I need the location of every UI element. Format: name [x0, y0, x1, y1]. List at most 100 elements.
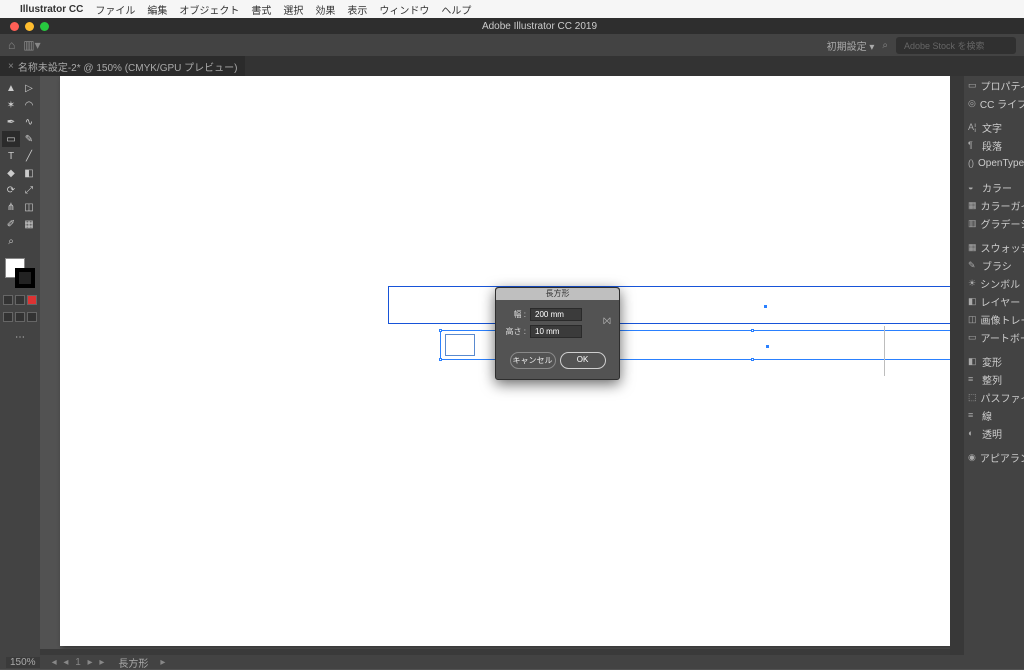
- toolbox-more[interactable]: ⋯: [11, 329, 29, 345]
- rectangle-tool[interactable]: ▭: [2, 131, 20, 147]
- menu-object[interactable]: オブジェクト: [179, 2, 239, 17]
- menu-help[interactable]: ヘルプ: [441, 2, 471, 17]
- menu-window[interactable]: ウィンドウ: [379, 2, 429, 17]
- scale-tool[interactable]: ⤢: [20, 182, 38, 198]
- panel-label: 線: [982, 408, 992, 423]
- curvature-tool[interactable]: ∿: [20, 114, 38, 130]
- cancel-button[interactable]: キャンセル: [510, 352, 556, 369]
- status-bar: 150% ◂ ◂ 1 ▸ ▸ 長方形 ▸: [0, 655, 1024, 669]
- magic-wand-tool[interactable]: ✶: [2, 97, 20, 113]
- window-minimize-button[interactable]: [25, 22, 34, 31]
- rotate-tool[interactable]: ⟳: [2, 182, 20, 198]
- blank-tool: [20, 233, 38, 249]
- paintbrush-tool[interactable]: ✎: [20, 131, 38, 147]
- drawing-rectangle-start: [445, 334, 475, 356]
- panel-画像トレース[interactable]: ◫画像トレース: [964, 310, 1024, 328]
- pen-tool[interactable]: ✒: [2, 114, 20, 130]
- panel-シンボル[interactable]: ☀シンボル: [964, 274, 1024, 292]
- panel-label: プロパティ: [981, 78, 1024, 93]
- panel-label: アピアランス: [980, 450, 1024, 465]
- color-mode-2[interactable]: [15, 295, 25, 305]
- artboard-nav[interactable]: ◂ ◂ 1 ▸ ▸: [52, 657, 107, 668]
- lasso-tool[interactable]: ◠: [20, 97, 38, 113]
- arrange-icon[interactable]: ▥▾: [23, 38, 40, 52]
- zoom-level[interactable]: 150%: [6, 657, 40, 668]
- panel-グラデーショ..[interactable]: ▥グラデーショ..: [964, 214, 1024, 232]
- eraser-tool[interactable]: ◧: [20, 165, 38, 181]
- menu-type[interactable]: 書式: [251, 2, 271, 17]
- panel-カラー[interactable]: ◒カラー: [964, 178, 1024, 196]
- panel-label: 画像トレース: [981, 312, 1024, 327]
- free-transform-tool[interactable]: ◫: [20, 199, 38, 215]
- artboard-edge-guide: [884, 326, 885, 376]
- panel-CC ライブラ..[interactable]: ◎CC ライブラ..: [964, 94, 1024, 112]
- gradient-tool[interactable]: ▦: [20, 216, 38, 232]
- panel-icon: ⬚: [968, 392, 977, 403]
- color-mode-3[interactable]: [27, 295, 37, 305]
- search-icon[interactable]: ⌕: [882, 40, 888, 51]
- panel-アートボード[interactable]: ▭アートボード: [964, 328, 1024, 346]
- panel-透明[interactable]: ◐透明: [964, 424, 1024, 442]
- fill-stroke-swatches[interactable]: [5, 258, 35, 288]
- draw-mode-2[interactable]: [15, 312, 25, 322]
- panel-プロパティ[interactable]: ▭ プロパティ: [964, 76, 1024, 94]
- stroke-swatch[interactable]: [15, 268, 35, 288]
- panel-線[interactable]: ≡線: [964, 406, 1024, 424]
- panel-icon: ▦: [968, 200, 977, 211]
- workspace-switcher[interactable]: 初期設定 ▾: [827, 38, 875, 53]
- panel-icon: ✎: [968, 260, 978, 271]
- panel-アピアランス[interactable]: ◉アピアランス: [964, 448, 1024, 466]
- width-tool[interactable]: ⋔: [2, 199, 20, 215]
- width-input[interactable]: 200 mm: [530, 308, 582, 321]
- app-menu[interactable]: Illustrator CC: [20, 4, 83, 15]
- width-label: 幅 :: [504, 309, 526, 320]
- eyedropper-tool[interactable]: ✐: [2, 216, 20, 232]
- panel-label: パスファイ..: [981, 390, 1024, 405]
- color-mode-1[interactable]: [3, 295, 13, 305]
- draw-mode-1[interactable]: [3, 312, 13, 322]
- panel-段落[interactable]: ¶段落: [964, 136, 1024, 154]
- direct-selection-tool[interactable]: ▷: [20, 80, 38, 96]
- panel-label: 整列: [982, 372, 1002, 387]
- home-icon[interactable]: ⌂: [8, 38, 15, 52]
- constrain-proportions-icon[interactable]: ⨝: [603, 316, 611, 327]
- panel-collapse-strip[interactable]: [950, 76, 964, 655]
- panel-整列[interactable]: ≡整列: [964, 370, 1024, 388]
- panel-icon: ◐: [968, 428, 978, 438]
- ok-button[interactable]: OK: [560, 352, 606, 369]
- menu-view[interactable]: 表示: [347, 2, 367, 17]
- menu-file[interactable]: ファイル: [95, 2, 135, 17]
- existing-rectangle[interactable]: [388, 286, 950, 324]
- panel-label: シンボル: [980, 276, 1020, 291]
- panel-label: 段落: [982, 138, 1002, 153]
- panel-label: OpenType: [978, 158, 1024, 169]
- panel-OpenType[interactable]: ()OpenType: [964, 154, 1024, 172]
- panel-icon: ▭: [968, 80, 977, 91]
- type-tool[interactable]: T: [2, 148, 20, 164]
- panel-カラーガイド[interactable]: ▦カラーガイド: [964, 196, 1024, 214]
- selection-tool[interactable]: ▲: [2, 80, 20, 96]
- close-tab-icon[interactable]: ×: [8, 61, 14, 72]
- adobe-stock-search[interactable]: Adobe Stock を検索: [896, 37, 1016, 54]
- height-input[interactable]: 10 mm: [530, 325, 582, 338]
- panel-レイヤー[interactable]: ◧レイヤー: [964, 292, 1024, 310]
- dialog-title: 長方形: [496, 288, 619, 300]
- draw-mode-3[interactable]: [27, 312, 37, 322]
- window-zoom-button[interactable]: [40, 22, 49, 31]
- panel-ブラシ[interactable]: ✎ブラシ: [964, 256, 1024, 274]
- shaper-tool[interactable]: ◆: [2, 165, 20, 181]
- zoom-tool[interactable]: ⌕: [2, 233, 20, 249]
- panel-変形[interactable]: ◧変形: [964, 352, 1024, 370]
- window-close-button[interactable]: [10, 22, 19, 31]
- toolbox: ▲▷ ✶◠ ✒∿ ▭✎ T╱ ◆◧ ⟳⤢ ⋔◫ ✐▦ ⌕ ⋯: [0, 76, 40, 655]
- menu-edit[interactable]: 編集: [147, 2, 167, 17]
- menu-select[interactable]: 選択: [283, 2, 303, 17]
- panel-スウォッチ[interactable]: ▦スウォッチ: [964, 238, 1024, 256]
- panel-パスファイ..[interactable]: ⬚ パスファイ..: [964, 388, 1024, 406]
- menu-effect[interactable]: 効果: [315, 2, 335, 17]
- panel-label: レイヤー: [981, 294, 1021, 309]
- line-tool[interactable]: ╱: [20, 148, 38, 164]
- status-menu-icon[interactable]: ▸: [160, 657, 167, 668]
- panel-文字[interactable]: A¦文字: [964, 118, 1024, 136]
- document-tab[interactable]: × 名称未設定-2* @ 150% (CMYK/GPU プレビュー): [0, 56, 245, 77]
